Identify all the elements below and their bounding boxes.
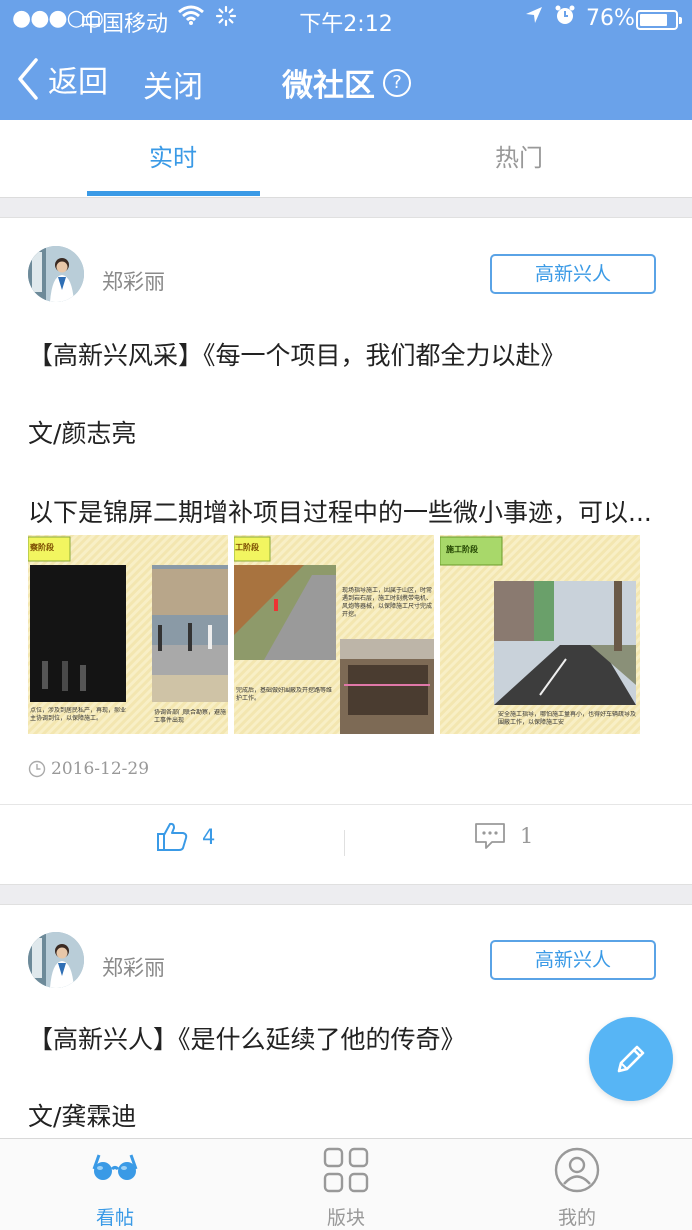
page-title-text: 微社区 — [282, 68, 375, 104]
category-tag-button[interactable]: 高新兴人 — [490, 254, 656, 294]
top-bar: ●●●○○ 中国移动 下午2:12 76% 返回 关闭 微社区 ? — [0, 0, 692, 120]
divider — [0, 804, 692, 805]
post-title: 【高新兴风采】《每一个项目，我们都全力以赴》 — [28, 341, 566, 370]
post-card[interactable]: 郑彩丽 高新兴人 【高新兴风采】《每一个项目，我们都全力以赴》 文/颜志亮 以下… — [0, 217, 692, 885]
page-title: 微社区 ? — [282, 60, 411, 105]
nav-bar: 返回 关闭 微社区 ? — [0, 40, 692, 120]
location-arrow-icon — [524, 4, 544, 32]
glasses-icon — [92, 1154, 138, 1180]
post-image-caption: 完成后，基础做好围蔽及开挖路等维护工作。 — [236, 687, 333, 702]
tabbar-label: 看帖 — [95, 1207, 134, 1229]
status-bar: ●●●○○ 中国移动 下午2:12 76% — [0, 0, 692, 38]
post-date-text: 2016-12-29 — [51, 759, 150, 779]
clock-icon — [28, 760, 46, 778]
back-button[interactable]: 返回 — [16, 57, 108, 101]
pencil-icon — [617, 1045, 645, 1073]
tabbar-item-browse[interactable]: 看帖 — [0, 1139, 230, 1230]
post-image-caption: 现场指导施工，因属于山区，时常遇到岩石层，施工时刻携带电机、风炮等器械，以保障施… — [342, 587, 432, 618]
post-byline: 文/龚霖迪 — [28, 1102, 137, 1131]
bottom-tab-bar: 看帖 版块 我的 — [0, 1138, 692, 1230]
compose-button[interactable] — [589, 1017, 673, 1101]
post-image-caption: 安全施工指导，哪怕施工量再小，也得好车辆疏导及围蔽工作，以保障施工安 — [498, 711, 637, 726]
avatar[interactable] — [28, 246, 84, 302]
grid-icon — [323, 1147, 369, 1193]
like-button[interactable]: 4 — [156, 822, 215, 852]
back-label: 返回 — [48, 65, 108, 100]
tabbar-item-me[interactable]: 我的 — [462, 1139, 692, 1230]
post-date: 2016-12-29 — [28, 759, 149, 779]
tab-realtime[interactable]: 实时 — [0, 120, 346, 198]
post-card[interactable]: 郑彩丽 高新兴人 【高新兴人】《是什么延续了他的传奇》 文/龚霖迪 — [0, 904, 692, 1144]
post-image[interactable]: 工阶段 现场指导施工，因属于山区，时常遇到岩石层，施工时刻携带电机、风炮等器械，… — [234, 535, 434, 734]
post-excerpt: 以下是锦屏二期增补项目过程中的一些微小事迹，可以... — [28, 498, 652, 527]
feed-tabs: 实时 热门 — [0, 120, 692, 198]
post-image-caption: 点位，涉及到居民私产，再现，郝业主协调到位，以保障施工。 — [30, 707, 126, 722]
post-byline: 文/颜志亮 — [28, 419, 137, 448]
post-image-header: 施工阶段 — [446, 544, 478, 554]
battery-icon — [636, 10, 682, 30]
comment-count: 1 — [520, 824, 534, 848]
comment-icon — [475, 823, 505, 849]
tabbar-label: 我的 — [557, 1207, 596, 1229]
post-image-caption: 协调各部门联合勘察，避施工事件出现 — [154, 709, 226, 724]
author-name[interactable]: 郑彩丽 — [102, 266, 165, 296]
post-image-header: 工阶段 — [235, 542, 259, 552]
comment-button[interactable]: 1 — [474, 822, 533, 850]
thumbs-up-icon — [157, 822, 188, 851]
close-button[interactable]: 关闭 — [143, 62, 203, 106]
battery-percent: 76% — [586, 6, 635, 31]
help-icon[interactable]: ? — [383, 68, 411, 97]
post-image-header: 察阶段 — [30, 542, 54, 552]
tabbar-item-sections[interactable]: 版块 — [231, 1139, 461, 1230]
post-image[interactable]: 察阶段 点位，涉及到居民私产，再现，郝业主协调到位，以保障施工。 协调各部门联合… — [28, 535, 228, 734]
category-tag-button[interactable]: 高新兴人 — [490, 940, 656, 980]
like-count: 4 — [202, 825, 216, 849]
tab-active-indicator — [87, 191, 260, 196]
divider — [344, 830, 345, 856]
avatar[interactable] — [28, 932, 84, 988]
author-name[interactable]: 郑彩丽 — [102, 952, 165, 982]
chevron-left-icon — [18, 58, 38, 100]
tab-hot[interactable]: 热门 — [346, 120, 692, 198]
post-image[interactable]: 施工阶段 安全施工指导，哪怕施工量再小，也得好车辆疏导及围蔽工作，以保障施工安 — [440, 535, 640, 734]
alarm-clock-icon — [554, 4, 576, 32]
tabbar-label: 版块 — [326, 1207, 365, 1229]
user-icon — [554, 1147, 600, 1193]
post-title: 【高新兴人】《是什么延续了他的传奇》 — [28, 1025, 466, 1054]
